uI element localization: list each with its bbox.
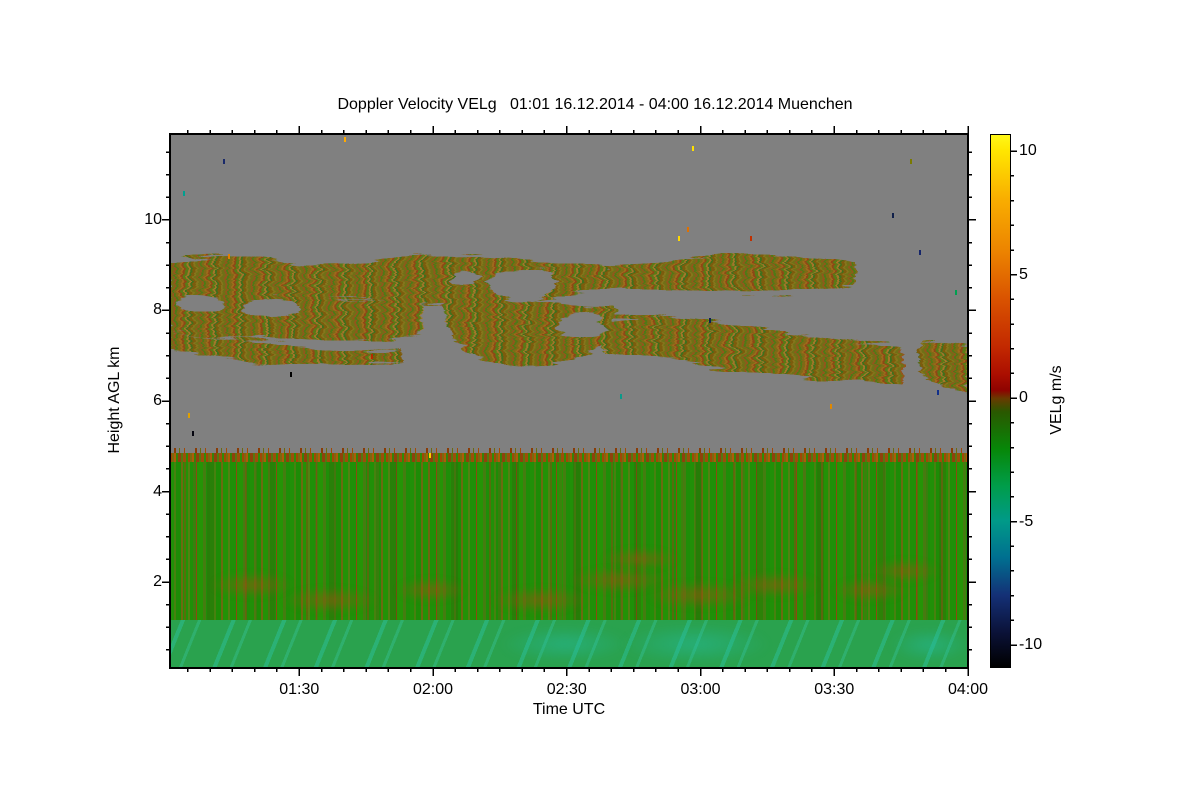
colorbar-tick-label: -5 <box>1019 512 1034 530</box>
noise-speck <box>678 236 681 242</box>
noise-speck <box>687 227 690 233</box>
doppler-velocity-figure: Doppler Velocity VELg 01:01 16.12.2014 -… <box>0 0 1200 800</box>
x-tick-label: 02:00 <box>412 681 454 698</box>
noise-speck <box>370 353 373 359</box>
noise-speck <box>187 412 190 418</box>
x-tick-label: 02:30 <box>546 681 587 698</box>
noise-speck <box>954 290 957 296</box>
y-tick-label: 6 <box>153 392 162 409</box>
cloud-gray-hole <box>558 313 606 339</box>
colorbar-tick-label: 5 <box>1019 265 1028 283</box>
colorbar <box>990 134 1011 668</box>
noise-speck <box>227 254 230 260</box>
y-tick-label: 2 <box>153 573 162 591</box>
right-edge-cloud-patch <box>918 340 968 394</box>
chart-title: Doppler Velocity VELg 01:01 16.12.2014 -… <box>337 96 853 113</box>
noise-speck <box>192 430 195 436</box>
colorbar-tick-label: -10 <box>1019 636 1043 654</box>
x-tick-label: 04:00 <box>947 681 989 698</box>
x-tick-label: 03:30 <box>814 681 855 698</box>
cloud-layer-regions <box>170 255 968 394</box>
noise-speck <box>749 236 752 242</box>
noise-speck <box>829 403 832 409</box>
noise-speck <box>183 190 186 196</box>
plot-area <box>170 134 968 668</box>
y-tick-label: 4 <box>153 482 162 500</box>
cloud-gray-hole <box>451 269 479 285</box>
lower-cloud-band <box>602 316 903 386</box>
colorbar-tick-label: 10 <box>1019 142 1037 160</box>
x-tick-label: 03:00 <box>680 681 721 698</box>
noise-speck <box>620 394 623 400</box>
noise-speck <box>910 159 913 165</box>
cloud-gray-hole <box>488 268 556 300</box>
noise-speck <box>936 389 939 395</box>
noise-speck <box>343 136 346 142</box>
noise-speck <box>223 159 226 165</box>
noise-speck <box>709 317 712 323</box>
y-tick-label: 10 <box>144 210 162 228</box>
cloud-gray-hole <box>176 294 224 314</box>
cloud-gray-hole <box>244 299 300 317</box>
noise-speck <box>428 453 431 459</box>
noise-speck <box>918 249 921 255</box>
noise-speck <box>892 213 895 219</box>
y-axis-title: Height AGL km <box>106 346 123 454</box>
y-tick-label: 8 <box>153 301 162 319</box>
colorbar-title: VELg m/s <box>1048 365 1065 435</box>
noise-speck <box>290 371 293 377</box>
noise-speck <box>691 145 694 151</box>
x-axis-title: Time UTC <box>532 701 606 718</box>
x-tick-label: 01:30 <box>279 681 320 698</box>
